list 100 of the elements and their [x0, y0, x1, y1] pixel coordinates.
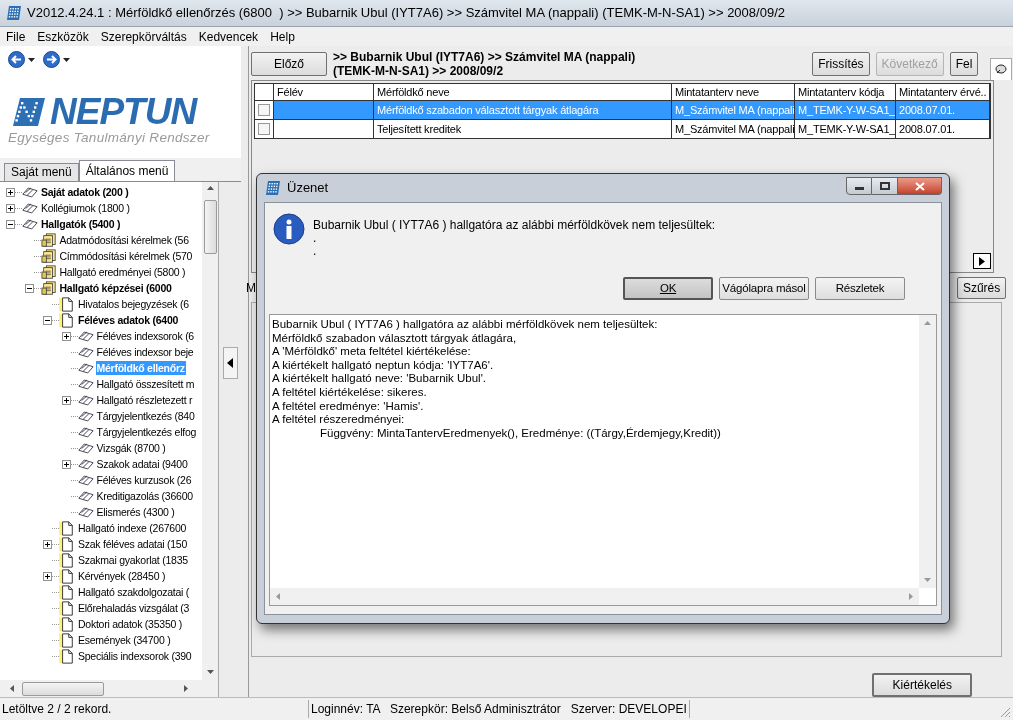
column-header[interactable]: Mintatanterv érvé..	[896, 84, 991, 100]
dialog-button[interactable]: Vágólapra másol	[719, 277, 809, 300]
tree-item[interactable]: Féléves indexsor beje	[95, 345, 195, 359]
vertical-scrollbar[interactable]	[202, 182, 218, 680]
right-arrow-icon	[979, 256, 986, 266]
tree-item[interactable]: Kollégiumok (1800 )	[40, 201, 131, 215]
tree-item[interactable]: Események (34700 )	[77, 633, 172, 647]
close-button[interactable]	[898, 177, 942, 195]
documents-icon	[40, 280, 57, 296]
toolbar-button[interactable]: Fel	[949, 52, 979, 76]
book-icon	[77, 330, 94, 342]
collapse-icon[interactable]	[24, 283, 34, 293]
tree-item[interactable]: Előrehaladás vizsgálat (3	[77, 601, 191, 615]
page-icon	[59, 632, 75, 648]
scroll-up-icon[interactable]	[206, 186, 214, 190]
tree-item[interactable]: Féléves adatok (6400	[77, 313, 180, 327]
scroll-down-icon[interactable]	[206, 670, 214, 674]
filter-button[interactable]: Szűrés	[956, 276, 1007, 299]
tree-item[interactable]: Hallgatók (5400 )	[40, 217, 122, 231]
expand-icon[interactable]	[43, 571, 52, 581]
tree-item[interactable]: Hallgató eredményei (5800 )	[58, 265, 187, 279]
column-header[interactable]: Mintatanterv neve	[672, 84, 795, 100]
tree-item[interactable]: Szak féléves adatai (150	[77, 537, 188, 551]
window-title: V2012.4.24.1 : Mérföldkő ellenőrzés (6800 ) >> Bubarnik Ubul (IYT7A6) >> Számvitel MA (nappali) (TEMK-M-N-SA1) >> 2008/09/2	[27, 4, 785, 23]
tree-item[interactable]: Szakmai gyakorlat (1835	[77, 553, 189, 567]
book-icon	[77, 410, 94, 422]
page-icon	[59, 520, 75, 536]
scroll-thumb[interactable]	[22, 681, 104, 696]
page-icon	[59, 648, 75, 664]
horizontal-scrollbar[interactable]	[0, 680, 218, 697]
tree-item[interactable]: Hallgató összesített m	[95, 377, 196, 391]
tree-item[interactable]: Hivatalos bejegyzések (6	[77, 297, 190, 311]
tree-item[interactable]: Tárgyjelentkezés (840	[95, 409, 196, 423]
page-icon	[59, 568, 75, 584]
sidebar-tab[interactable]: Általános menü	[78, 160, 176, 181]
column-header[interactable]: Mintatanterv kódja	[795, 84, 896, 100]
expand-icon[interactable]	[6, 203, 15, 213]
tree-item[interactable]: Hallgató részletezett r	[95, 393, 194, 407]
tree-item[interactable]: Kreditigazolás (36600	[95, 489, 194, 503]
scroll-right-icon[interactable]	[184, 685, 188, 692]
page-icon	[59, 552, 75, 568]
collapse-icon[interactable]	[43, 315, 52, 325]
row-checkbox[interactable]	[258, 104, 270, 116]
expand-icon[interactable]	[61, 331, 71, 341]
tree-item[interactable]: Doktori adatok (35350 )	[77, 617, 183, 631]
message-line: .	[313, 245, 318, 258]
logo-subtitle: Egységes Tanulmányi Rendszer	[8, 130, 211, 146]
page-icon	[59, 312, 75, 328]
caret-icon[interactable]	[28, 57, 35, 62]
book-icon	[77, 426, 94, 438]
scroll-right-button[interactable]	[973, 253, 992, 270]
tree-item[interactable]: Hallgató indexe (267600	[77, 521, 188, 535]
documents-icon	[40, 232, 57, 248]
detail-line: A feltétel részeredményei:	[272, 413, 406, 427]
tree-item[interactable]: Szakok adatai (9400	[95, 457, 189, 471]
tree-item[interactable]: Kérvények (28450 )	[77, 569, 167, 583]
column-header[interactable]: Félév	[274, 84, 374, 100]
scroll-thumb[interactable]	[203, 200, 217, 254]
table-cell: M_Számvitel MA (nappali	[675, 104, 794, 116]
menu-item[interactable]: Eszközök	[37, 27, 89, 46]
dialog-button[interactable]: Részletek	[815, 277, 905, 300]
book-icon	[77, 458, 94, 470]
tree-item[interactable]: Elismerés (4300 )	[95, 505, 176, 519]
column-header[interactable]: Mérföldkő neve	[374, 84, 672, 100]
sidebar-tab[interactable]: Saját menü	[4, 163, 79, 181]
scroll-left-icon[interactable]	[10, 685, 14, 692]
tree-item[interactable]: Saját adatok (200 )	[40, 185, 130, 199]
tree-item[interactable]: Vizsgák (8700 )	[95, 441, 167, 455]
caret-icon[interactable]	[63, 57, 70, 62]
expand-icon[interactable]	[43, 539, 52, 549]
dialog-button[interactable]: OK	[623, 277, 713, 300]
tree-item[interactable]: Adatmódosítási kérelmek (56	[58, 233, 190, 247]
table-row[interactable]: Teljesített kreditek M_Számvitel MA (nappali M_TEMK-Y-W-SA1_ 2008.07.01.	[254, 120, 992, 139]
row-checkbox[interactable]	[258, 123, 270, 135]
menu-item[interactable]: Help	[270, 27, 295, 46]
menu-item[interactable]: Kedvencek	[198, 27, 259, 46]
tree-item[interactable]: Tárgyjelentkezés elfog	[95, 425, 198, 439]
tree-item[interactable]: Címmódosítási kérelmek (570	[58, 249, 194, 263]
tree-item[interactable]: Féléves kurzusok (26	[95, 473, 193, 487]
detail-line: A feltétel kiértékelése: sikeres.	[272, 385, 428, 400]
expand-icon[interactable]	[61, 459, 71, 469]
close-icon	[914, 181, 925, 191]
maximize-button[interactable]	[872, 177, 898, 195]
pin-tab[interactable]	[990, 58, 1013, 80]
collapse-icon[interactable]	[6, 219, 15, 229]
collapse-panel-button[interactable]	[222, 347, 238, 379]
expand-icon[interactable]	[61, 395, 71, 405]
menu-item[interactable]: Szerepkörváltás	[100, 27, 187, 46]
menu-item[interactable]: File	[6, 27, 26, 46]
previous-button[interactable]: Előző	[251, 52, 327, 76]
tree-item[interactable]: Hallgató szakdolgozatai (	[77, 585, 191, 599]
resize-grip-icon[interactable]	[999, 706, 1011, 718]
evaluate-button[interactable]: Kiértékelés	[872, 673, 973, 697]
toolbar-button[interactable]: Frissítés	[812, 52, 870, 76]
tree-item[interactable]: Hallgató képzései (6000	[58, 281, 173, 295]
tree-item[interactable]: Féléves indexsorok (6	[95, 329, 195, 343]
tree-item[interactable]: Speciális indexsorok (390	[77, 649, 193, 663]
expand-icon[interactable]	[6, 187, 15, 197]
minimize-button[interactable]	[846, 177, 872, 195]
info-icon	[273, 213, 305, 245]
